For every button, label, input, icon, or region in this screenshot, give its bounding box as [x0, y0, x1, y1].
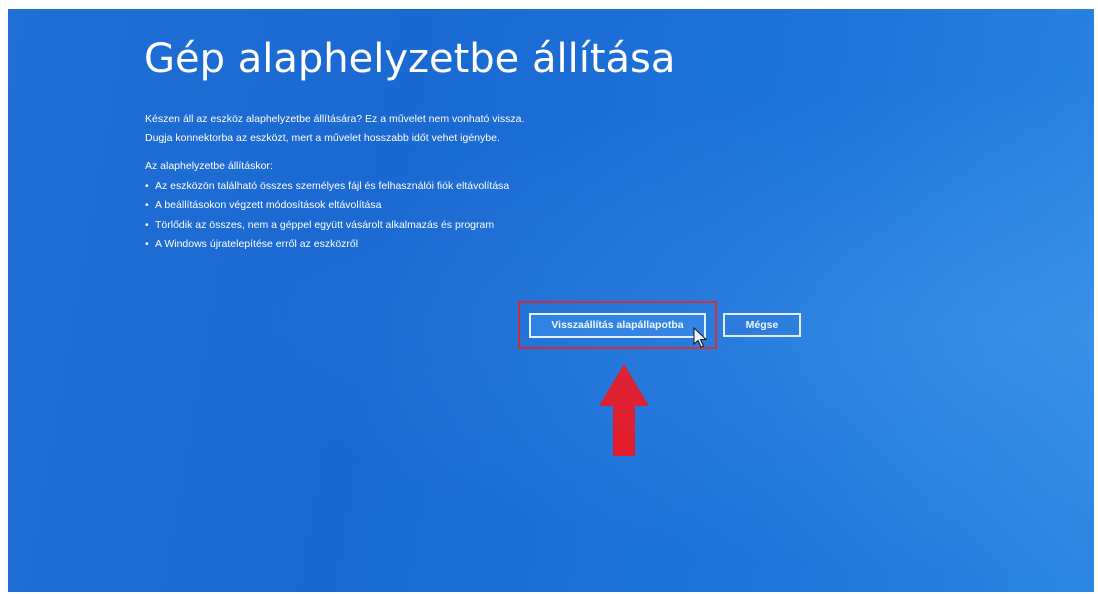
list-item: • A Windows újratelepítése erről az eszkö…: [145, 235, 509, 255]
list-item: • Az eszközön található összes személyes …: [145, 177, 509, 197]
cancel-button[interactable]: Mégse: [723, 313, 801, 337]
mouse-pointer-icon: [693, 327, 708, 348]
reset-effects-section: Az alaphelyzetbe állításkor: • Az eszközö…: [145, 157, 509, 255]
list-item: • A beállításokon végzett módosítások elt…: [145, 196, 509, 216]
page-title: Gép alaphelyzetbe állítása: [144, 36, 676, 82]
list-item: • Törlődik az összes, nem a géppel együtt…: [145, 216, 509, 236]
reset-button[interactable]: Visszaállítás alapállapotba: [529, 313, 706, 338]
reset-effects-list: • Az eszközön található összes személyes …: [145, 177, 509, 255]
bullet: •: [145, 179, 149, 192]
bullet: •: [145, 218, 149, 231]
bullet: •: [145, 238, 149, 250]
list-item-text: Törlődik az összes, nem a géppel együtt …: [155, 218, 495, 231]
bullet: •: [145, 199, 149, 211]
list-item-text: A Windows újratelepítése erről az eszköz…: [155, 238, 359, 250]
list-item-text: Az eszközön található összes személyes f…: [155, 179, 510, 192]
intro-line: Dugja konnektorba az eszközt, mert a műv…: [145, 132, 500, 144]
intro-text: Készen áll az eszköz alaphelyzetbe állít…: [145, 110, 524, 148]
list-item-text: A beállításokon végzett módosítások eltá…: [155, 199, 382, 211]
list-heading: Az alaphelyzetbe állításkor:: [145, 160, 273, 172]
red-up-arrow-icon: [599, 364, 649, 456]
reset-pc-screen: Gép alaphelyzetbe állítása Készen áll az…: [8, 9, 1094, 592]
intro-line: Készen áll az eszköz alaphelyzetbe állít…: [145, 113, 525, 125]
